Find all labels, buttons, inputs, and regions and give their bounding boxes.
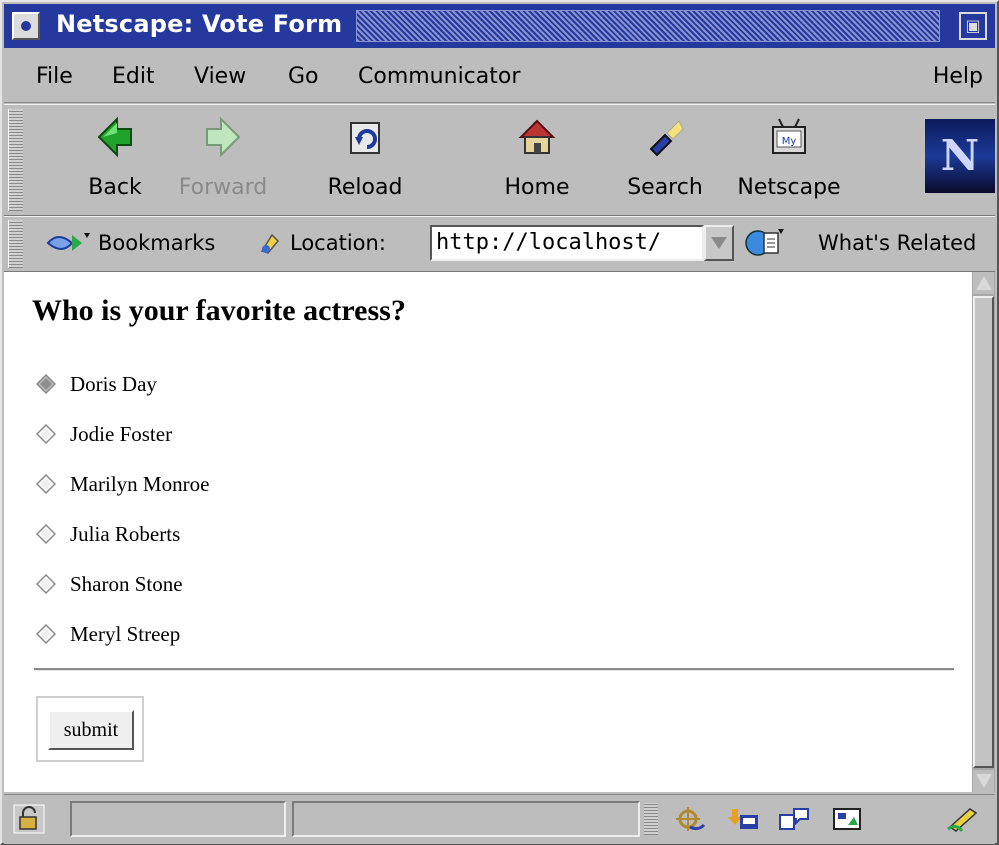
option-label: Meryl Streep [70, 622, 181, 646]
radio-icon[interactable] [35, 523, 57, 545]
status-progress-field [70, 801, 286, 837]
search-flashlight-icon [649, 120, 684, 157]
menu-file[interactable]: File [36, 64, 73, 89]
toolbar-grip[interactable] [8, 109, 23, 211]
location-page-icon[interactable] [258, 231, 282, 255]
radio-icon[interactable] [35, 473, 57, 495]
reload-label: Reload [327, 175, 403, 200]
search-button[interactable]: Search [610, 111, 720, 209]
reload-button[interactable]: Reload [310, 111, 420, 209]
status-bar [4, 794, 995, 844]
scroll-down-arrow-icon[interactable] [973, 770, 994, 792]
browser-window: Netscape: Vote Form ▣ File Edit View Go … [0, 0, 999, 845]
submit-button[interactable]: submit [48, 710, 134, 750]
reload-icon [350, 122, 380, 154]
title-bar[interactable]: Netscape: Vote Form ▣ [4, 4, 995, 48]
discussion-groups-icon[interactable] [778, 805, 812, 833]
security-lock-icon[interactable] [12, 803, 46, 835]
window-title: Netscape: Vote Form [56, 10, 343, 38]
option-label: Marilyn Monroe [70, 472, 210, 496]
bookmarks-label[interactable]: Bookmarks [98, 231, 215, 255]
home-button[interactable]: Home [482, 111, 592, 209]
home-label: Home [504, 175, 570, 200]
menu-help[interactable]: Help [933, 64, 983, 89]
location-label: Location: [290, 231, 386, 255]
status-message-field [292, 801, 640, 837]
vertical-scrollbar[interactable] [972, 272, 995, 792]
back-button[interactable]: Back [60, 111, 170, 209]
composer-icon[interactable] [830, 805, 864, 833]
radio-icon[interactable] [35, 623, 57, 645]
forward-arrow-icon [206, 116, 241, 158]
url-input[interactable]: http://localhost/ [430, 225, 704, 261]
option-label: Doris Day [70, 372, 157, 396]
submit-frame: submit [36, 696, 144, 762]
whats-related-label[interactable]: What's Related [818, 231, 976, 255]
netscape-label: Netscape [737, 175, 841, 200]
forward-label: Forward [178, 175, 268, 200]
my-netscape-tv-icon: My [772, 118, 806, 154]
menu-view[interactable]: View [194, 64, 246, 89]
menu-bar: File Edit View Go Communicator Help [4, 50, 995, 103]
address-book-pen-icon[interactable] [946, 805, 980, 833]
forward-button[interactable]: Forward [168, 111, 278, 209]
option-label: Jodie Foster [70, 422, 173, 446]
radio-selected-icon[interactable] [35, 373, 57, 395]
menu-communicator[interactable]: Communicator [358, 64, 520, 89]
whats-related-icon[interactable] [744, 227, 784, 259]
option-label: Sharon Stone [70, 572, 183, 596]
maximize-button[interactable]: ▣ [959, 12, 987, 40]
navigation-toolbar: Back Forward Reload Home Search My Netsc… [4, 104, 995, 216]
url-history-dropdown[interactable] [704, 225, 734, 261]
home-icon [518, 119, 556, 154]
search-label: Search [627, 175, 703, 200]
radio-icon[interactable] [35, 423, 57, 445]
location-toolbar: Bookmarks Location: http://localhost/ Wh… [4, 216, 995, 272]
page-content: Who is your favorite actress? Doris Day … [4, 272, 972, 792]
toolbar-grip[interactable] [8, 220, 23, 268]
option-label: Julia Roberts [70, 522, 181, 546]
window-menu-button[interactable] [12, 12, 40, 40]
back-arrow-icon [97, 116, 132, 158]
scroll-up-arrow-icon[interactable] [973, 272, 994, 294]
scroll-thumb[interactable] [973, 296, 994, 768]
svg-text:My: My [782, 136, 797, 147]
page-heading: Who is your favorite actress? [32, 294, 406, 327]
mail-inbox-icon[interactable] [726, 805, 760, 833]
menu-edit[interactable]: Edit [112, 64, 155, 89]
bookmarks-icon[interactable] [46, 229, 90, 257]
title-bar-drag-area[interactable] [356, 10, 940, 42]
menu-go[interactable]: Go [288, 64, 319, 89]
component-bar-grip[interactable] [644, 803, 658, 835]
radio-icon[interactable] [35, 573, 57, 595]
navigator-ship-wheel-icon[interactable] [672, 805, 706, 833]
netscape-logo-icon[interactable]: N [925, 119, 995, 193]
back-label: Back [88, 175, 142, 200]
horizontal-rule [34, 668, 954, 671]
netscape-button[interactable]: My Netscape [734, 111, 844, 209]
